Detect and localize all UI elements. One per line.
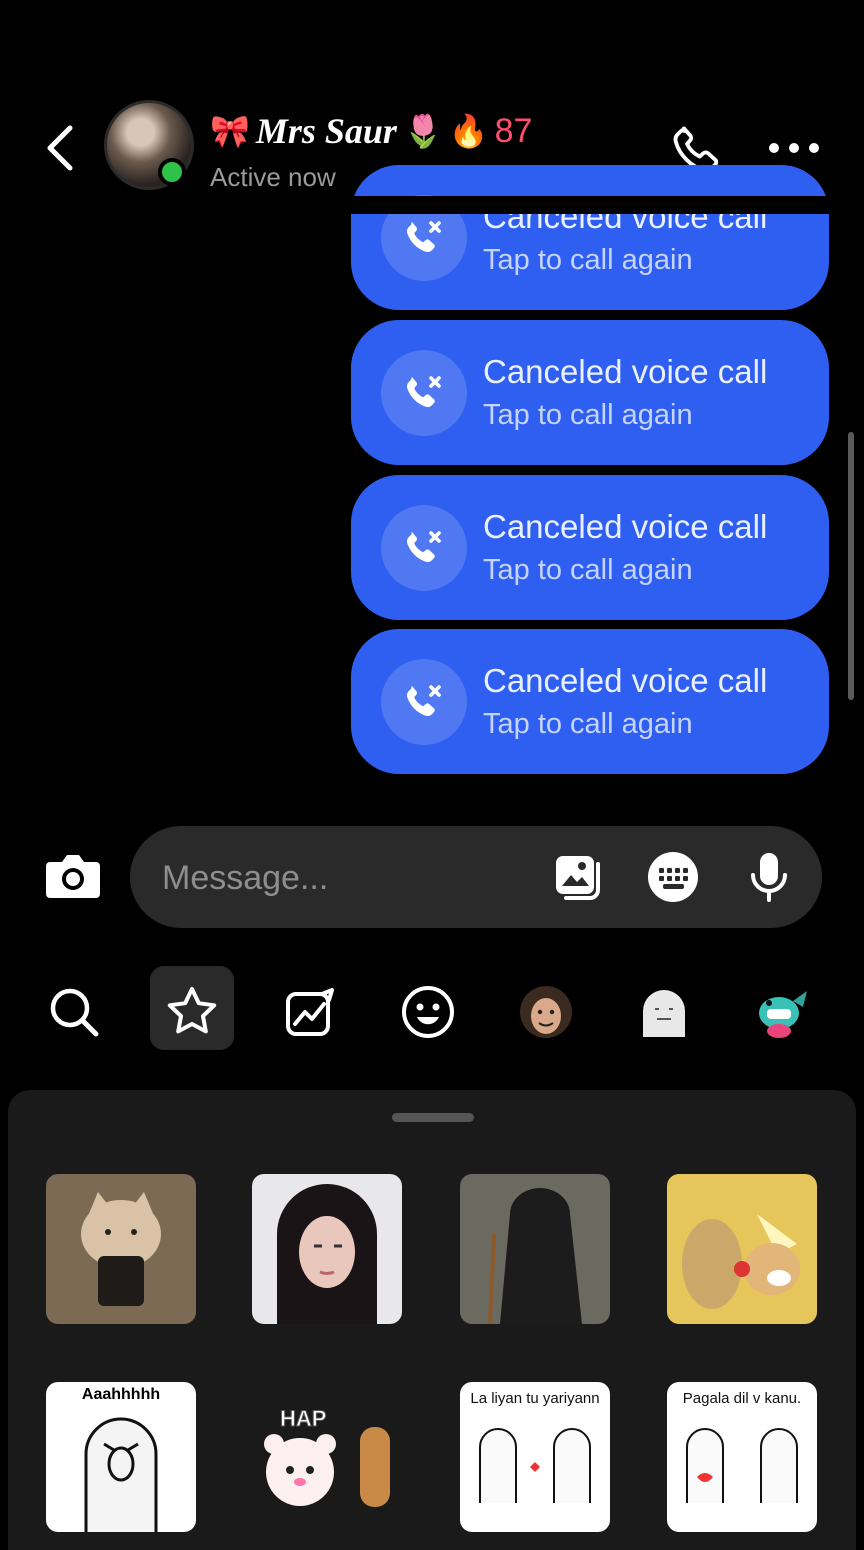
chat-title[interactable]: 🎀 Mrs Saur 🌷 🔥 87 [210, 106, 532, 156]
call-message-bubble[interactable]: Canceled voice call Tap to call again [351, 320, 829, 465]
drag-handle[interactable] [392, 1113, 474, 1122]
yariyann-sticker[interactable]: La liyan tu yariyann [460, 1382, 610, 1532]
microphone-icon [751, 853, 787, 902]
camera-icon [46, 855, 100, 898]
bears-hap-sticker[interactable]: HAP [252, 1382, 402, 1532]
call-message-bubble[interactable]: Canceled voice call Tap to call again [351, 475, 829, 620]
call-title: Canceled voice call [483, 508, 768, 545]
tab-fish-sticker[interactable] [752, 982, 812, 1042]
aaah-meme-sticker[interactable]: Aaahhhhh [46, 1382, 196, 1532]
call-title: Canceled voice call [483, 662, 768, 699]
call-title: Canceled voice call [483, 353, 768, 390]
call-message-bubble[interactable]: Canceled voice call Tap to call again [351, 165, 829, 310]
gallery-button[interactable] [552, 850, 606, 904]
call-subtitle: Tap to call again [483, 244, 693, 276]
missed-call-icon [381, 349, 467, 436]
tab-favorites[interactable] [162, 982, 222, 1042]
face-sticker-icon [520, 986, 572, 1038]
trending-icon [286, 988, 334, 1036]
call-subtitle: Tap to call again [483, 554, 693, 586]
keyboard-icon [648, 852, 698, 902]
sticker-keyboard-button[interactable] [646, 850, 700, 904]
message-composer [130, 826, 822, 928]
missed-call-icon [381, 504, 467, 591]
chevron-left-icon [47, 125, 73, 171]
cloaked-figure-sticker[interactable] [460, 1174, 610, 1324]
call-message-bubble[interactable]: Canceled voice call Tap to call again [351, 629, 829, 774]
call-subtitle: Tap to call again [483, 708, 693, 740]
streak-count: 87 [494, 111, 533, 150]
search-icon [50, 988, 99, 1037]
fire-emoji: 🔥 [448, 112, 489, 150]
sticker-caption: La liyan tu yariyann [470, 1390, 600, 1407]
star-icon [167, 987, 217, 1034]
tab-search[interactable] [44, 982, 104, 1042]
girl-sticker[interactable] [252, 1174, 402, 1324]
sticker-caption: Aaahhhhh [81, 1386, 161, 1403]
tab-ghost-sticker[interactable] [634, 982, 694, 1042]
contact-name: Mrs Saur [255, 111, 397, 151]
more-icon [769, 143, 819, 153]
tab-trending[interactable] [280, 982, 340, 1042]
sticker-caption: Pagala dil v kanu. [682, 1390, 802, 1407]
bow-emoji: 🎀 [210, 112, 250, 150]
call-subtitle: Tap to call again [483, 399, 693, 431]
svg-text:HAP: HAP [280, 1406, 326, 1431]
pagala-dil-sticker[interactable]: Pagala dil v kanu. [667, 1382, 817, 1532]
back-button[interactable] [38, 118, 88, 178]
voice-message-button[interactable] [742, 850, 796, 904]
header-divider [0, 196, 864, 214]
missed-call-icon [381, 658, 467, 745]
message-input[interactable] [160, 852, 524, 904]
active-status: Active now [210, 162, 336, 192]
ghost-icon [643, 990, 685, 1037]
cat-sticker[interactable] [46, 1174, 196, 1324]
more-options-button[interactable] [766, 138, 822, 158]
tab-emoji[interactable] [398, 982, 458, 1042]
gallery-icon [556, 856, 600, 900]
online-indicator [158, 158, 186, 186]
scrollbar[interactable] [848, 432, 854, 700]
camera-button[interactable] [44, 850, 102, 902]
doge-meme-sticker[interactable] [667, 1174, 817, 1324]
smiley-icon [402, 986, 454, 1038]
tulip-emoji: 🌷 [402, 112, 443, 150]
fish-icon [759, 991, 807, 1038]
tab-avatar-face[interactable] [516, 982, 576, 1042]
